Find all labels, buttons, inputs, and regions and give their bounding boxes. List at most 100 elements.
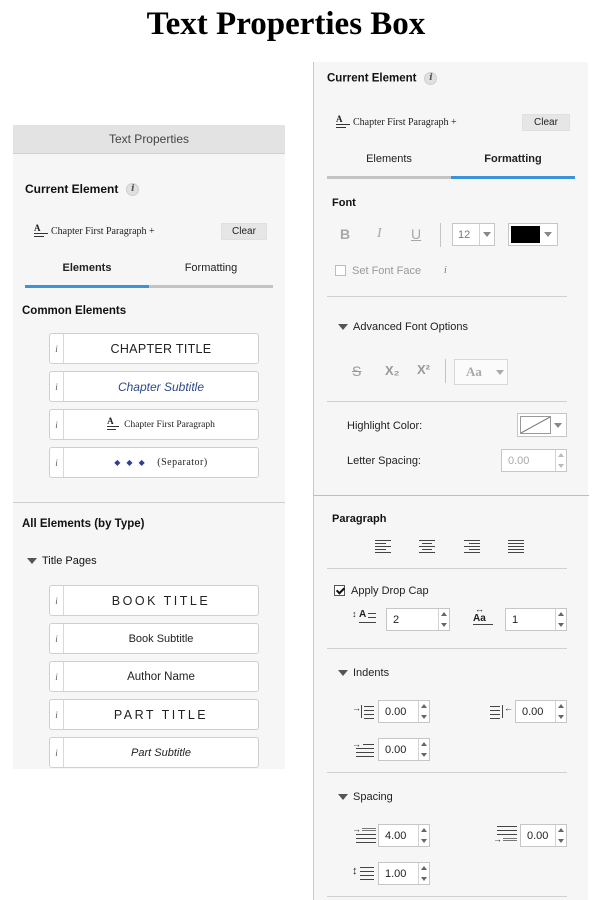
element-label: PART TITLE <box>113 707 209 722</box>
letter-spacing-stepper[interactable]: 0.00 <box>501 449 567 472</box>
element-info-icon[interactable]: i <box>50 700 64 729</box>
spacing-toggle[interactable]: Spacing <box>338 791 393 803</box>
current-element-value: A Chapter First Paragraph + <box>336 115 457 128</box>
no-color-swatch-icon <box>520 416 551 434</box>
stepper-up-icon[interactable] <box>556 450 566 461</box>
element-info-icon[interactable]: i <box>50 662 64 691</box>
spacing-label: Spacing <box>353 791 393 803</box>
element-chapter-title[interactable]: i CHAPTER TITLE <box>49 333 259 364</box>
stepper-down-icon[interactable] <box>556 461 566 472</box>
element-label: Chapter First Paragraph <box>124 419 215 430</box>
strikethrough-button[interactable]: S <box>352 363 361 379</box>
element-info-icon[interactable]: i <box>50 334 64 363</box>
element-info-icon[interactable]: i <box>50 410 64 439</box>
set-font-face-checkbox[interactable] <box>335 265 346 276</box>
tab-elements[interactable]: Elements <box>25 262 149 288</box>
drop-cap-lines-stepper[interactable]: 2 <box>386 608 450 631</box>
current-element-label: Current Element <box>25 182 119 196</box>
element-label: Book Subtitle <box>128 632 194 645</box>
indent-left-stepper[interactable]: 0.00 <box>378 700 430 723</box>
tab-indicator <box>149 285 273 288</box>
group-label: Title Pages <box>42 555 97 567</box>
current-element-text: Chapter First Paragraph + <box>51 226 155 237</box>
font-size-dropdown[interactable]: 12 <box>452 223 495 246</box>
page-heading: Text Properties Box <box>146 6 426 42</box>
tab-formatting[interactable]: Formatting <box>149 262 273 288</box>
bold-button[interactable]: B <box>340 226 350 242</box>
subscript-button[interactable]: X₂ <box>385 363 399 378</box>
tab-formatting[interactable]: Formatting <box>451 153 575 179</box>
space-before-stepper[interactable]: 4.00 <box>378 824 430 847</box>
indent-first-line-stepper[interactable]: 0.00 <box>378 738 430 761</box>
element-info-icon[interactable]: i <box>50 448 64 477</box>
stepper-up-icon[interactable] <box>556 701 566 712</box>
font-color-swatch <box>511 226 540 243</box>
info-icon[interactable]: i <box>126 183 140 197</box>
stepper-up-icon[interactable] <box>556 609 566 620</box>
section-divider <box>327 648 567 649</box>
clear-button[interactable]: Clear <box>522 114 570 131</box>
advanced-font-options-toggle[interactable]: Advanced Font Options <box>338 321 468 333</box>
element-chapter-subtitle[interactable]: i Chapter Subtitle <box>49 371 259 402</box>
stepper-down-icon[interactable] <box>419 874 429 885</box>
space-after-value: 0.00 <box>527 829 549 842</box>
stepper-up-icon[interactable] <box>439 609 449 620</box>
superscript-button[interactable]: X² <box>417 362 430 377</box>
drop-cap-checkbox[interactable] <box>334 585 345 596</box>
element-separator[interactable]: i ◆ ◆ ◆ (Separator) <box>49 447 259 478</box>
paragraph-style-icon: A <box>107 417 121 430</box>
section-divider <box>314 495 589 496</box>
element-info-icon[interactable]: i <box>50 372 64 401</box>
section-divider <box>327 296 567 297</box>
stepper-up-icon[interactable] <box>419 739 429 750</box>
text-case-dropdown[interactable]: Aa <box>454 359 508 385</box>
stepper-up-icon[interactable] <box>419 825 429 836</box>
element-chapter-first-paragraph[interactable]: i A Chapter First Paragraph <box>49 409 259 440</box>
indents-toggle[interactable]: Indents <box>338 667 389 679</box>
stepper-up-icon[interactable] <box>419 701 429 712</box>
align-left-icon[interactable] <box>375 540 391 553</box>
indent-right-stepper[interactable]: 0.00 <box>515 700 567 723</box>
element-info-icon[interactable]: i <box>50 624 64 653</box>
clear-button[interactable]: Clear <box>221 223 267 240</box>
tab-elements[interactable]: Elements <box>327 153 451 179</box>
italic-button[interactable]: I <box>377 226 382 242</box>
stepper-down-icon[interactable] <box>556 836 566 847</box>
element-info-icon[interactable]: i <box>50 586 64 615</box>
align-right-icon[interactable] <box>464 540 480 553</box>
underline-button[interactable]: U <box>411 226 421 242</box>
drop-cap-chars-stepper[interactable]: 1 <box>505 608 567 631</box>
stepper-down-icon[interactable] <box>419 712 429 723</box>
stepper-down-icon[interactable] <box>556 620 566 631</box>
stepper-down-icon[interactable] <box>419 836 429 847</box>
align-center-icon[interactable] <box>419 540 435 553</box>
stepper-down-icon[interactable] <box>556 712 566 723</box>
element-label: Part Subtitle <box>131 746 191 759</box>
line-spacing-stepper[interactable]: 1.00 <box>378 862 430 885</box>
font-size-value: 12 <box>458 228 471 241</box>
font-color-picker[interactable] <box>508 223 558 246</box>
align-justify-icon[interactable] <box>508 540 524 553</box>
stepper-up-icon[interactable] <box>556 825 566 836</box>
letter-spacing-label: Letter Spacing: <box>347 455 421 467</box>
element-book-subtitle[interactable]: i Book Subtitle <box>49 623 259 654</box>
element-info-icon[interactable]: i <box>50 738 64 767</box>
disclosure-triangle-icon <box>27 558 37 565</box>
stepper-up-icon[interactable] <box>419 863 429 874</box>
group-title-pages[interactable]: Title Pages <box>27 555 97 567</box>
current-element-heading: Current Element i <box>327 72 438 85</box>
info-icon[interactable]: i <box>444 265 447 276</box>
common-elements-heading: Common Elements <box>22 305 127 317</box>
info-icon[interactable]: i <box>424 72 438 85</box>
element-part-title[interactable]: i PART TITLE <box>49 699 259 730</box>
section-divider <box>327 568 567 569</box>
drop-cap-chars-icon: ↔ Aa <box>473 605 495 626</box>
element-part-subtitle[interactable]: i Part Subtitle <box>49 737 259 768</box>
element-book-title[interactable]: i BOOK TITLE <box>49 585 259 616</box>
highlight-color-picker[interactable] <box>517 413 567 437</box>
stepper-down-icon[interactable] <box>419 750 429 761</box>
stepper-down-icon[interactable] <box>439 620 449 631</box>
element-author-name[interactable]: i Author Name <box>49 661 259 692</box>
disclosure-triangle-icon <box>338 794 348 801</box>
space-after-stepper[interactable]: 0.00 <box>520 824 567 847</box>
